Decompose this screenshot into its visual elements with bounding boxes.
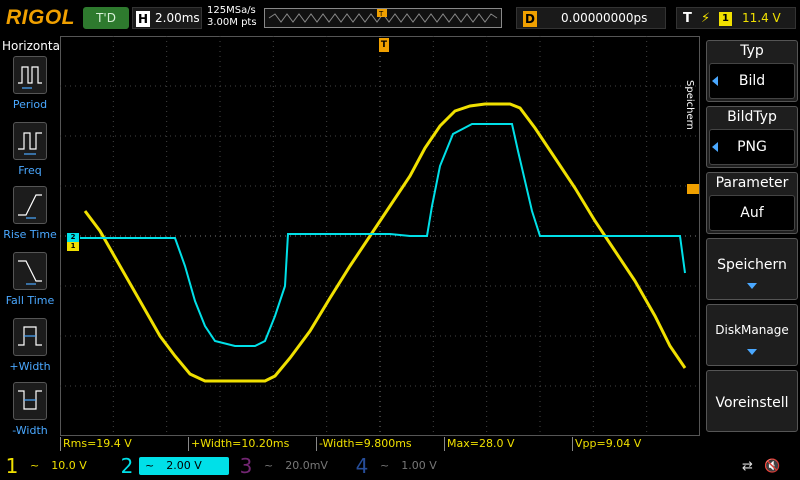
sidebar-item-negative-width[interactable]: -Width bbox=[0, 382, 60, 446]
waveform-display[interactable]: T 2 1 bbox=[60, 36, 700, 436]
ch1-offset-marker[interactable]: 1 bbox=[67, 242, 79, 251]
chevron-down-icon bbox=[747, 283, 757, 289]
acquisition-info: 125MSa/s 3.00M pts bbox=[207, 5, 257, 29]
coupling-icon: ~ bbox=[145, 459, 155, 472]
channel-4[interactable]: 4 ~1.00 V bbox=[352, 454, 464, 478]
channel-settings: ~1.00 V bbox=[374, 457, 452, 475]
chevron-left-icon bbox=[712, 76, 718, 86]
sidebar-item-label: Freq bbox=[18, 164, 42, 177]
channel-bar: 1 ~10.0 V 2 ~2.00 V 3 ~20.0mV 4 ~1.00 V … bbox=[0, 452, 800, 480]
channel-settings: ~2.00 V bbox=[139, 457, 229, 475]
measurement-rms[interactable]: Rms=19.4 V bbox=[60, 437, 132, 451]
graticule bbox=[60, 36, 700, 436]
channel-settings: ~20.0mV bbox=[258, 457, 336, 475]
delay-value: 0.00000000ps bbox=[561, 11, 648, 25]
menu-item-title: Parameter bbox=[715, 175, 789, 191]
sidebar-item-label: -Width bbox=[12, 424, 48, 437]
ch2-offset-marker[interactable]: 2 bbox=[67, 233, 79, 242]
menu-item-diskmanage[interactable]: DiskManage bbox=[706, 304, 798, 366]
menu-item-title: Typ bbox=[740, 43, 764, 59]
softkey-menu: Typ Bild BildTyp PNG Parameter Auf Speic… bbox=[700, 36, 800, 450]
menu-item-parameter[interactable]: Parameter Auf bbox=[706, 172, 798, 234]
sidebar-item-label: +Width bbox=[9, 360, 51, 373]
horizontal-timebase[interactable]: H 2.00ms bbox=[132, 7, 202, 29]
sidebar-item-period[interactable]: Period bbox=[0, 56, 60, 120]
menu-item-voreinstell[interactable]: Voreinstell bbox=[706, 370, 798, 432]
measurement-vpp[interactable]: Vpp=9.04 V bbox=[572, 437, 641, 451]
run-status-badge[interactable]: T'D bbox=[83, 7, 129, 29]
sidebar-item-label: Rise Time bbox=[3, 228, 57, 241]
trigger-marker-icon[interactable]: T bbox=[379, 38, 389, 52]
horizontal-label: H bbox=[136, 11, 150, 27]
menu-item-bildtyp[interactable]: BildTyp PNG bbox=[706, 106, 798, 168]
brand-logo: RIGOL bbox=[6, 6, 75, 29]
positive-width-icon bbox=[13, 318, 47, 356]
memory-wave-preview: T bbox=[268, 9, 498, 23]
chevron-left-icon bbox=[712, 142, 718, 152]
trigger-box[interactable]: T ⚡ 1 11.4 V bbox=[676, 7, 796, 29]
coupling-icon: ~ bbox=[264, 459, 274, 472]
channel-scale: 1.00 V bbox=[401, 459, 437, 472]
sidebar-item-positive-width[interactable]: +Width bbox=[0, 318, 60, 382]
menu-item-value: Bild bbox=[709, 63, 795, 99]
sidebar-item-freq[interactable]: Freq bbox=[0, 122, 60, 186]
top-status-bar: RIGOL T'D H 2.00ms 125MSa/s 3.00M pts T … bbox=[0, 0, 800, 36]
period-icon bbox=[13, 56, 47, 94]
sample-rate: 125MSa/s bbox=[207, 5, 256, 16]
delay-box[interactable]: D 0.00000000ps bbox=[516, 7, 666, 29]
timebase-value: 2.00ms bbox=[155, 11, 200, 25]
channel-number: 3 bbox=[239, 454, 253, 478]
channel-2[interactable]: 2 ~2.00 V bbox=[117, 454, 232, 478]
trigger-source: 1 bbox=[719, 12, 732, 26]
menu-title-vertical: Speichern bbox=[684, 80, 695, 130]
trigger-level-marker[interactable] bbox=[687, 184, 699, 194]
channel-scale: 2.00 V bbox=[166, 459, 202, 472]
menu-item-label: DiskManage bbox=[715, 323, 789, 337]
sidebar-item-label: Fall Time bbox=[5, 294, 55, 307]
rise-time-icon bbox=[13, 186, 47, 224]
fall-time-icon bbox=[13, 252, 47, 290]
sidebar-item-fall-time[interactable]: Fall Time bbox=[0, 252, 60, 316]
menu-item-typ[interactable]: Typ Bild bbox=[706, 40, 798, 102]
sidebar-item-label: Period bbox=[12, 98, 48, 111]
measurement-negative-width[interactable]: -Width=9.800ms bbox=[316, 437, 412, 451]
channel-number: 4 bbox=[355, 454, 369, 478]
coupling-icon: ~ bbox=[30, 459, 40, 472]
frequency-icon bbox=[13, 122, 47, 160]
channel-settings: ~10.0 V bbox=[24, 457, 102, 475]
delay-label: D bbox=[523, 11, 537, 27]
menu-item-value: Auf bbox=[709, 195, 795, 231]
menu-item-value: PNG bbox=[709, 129, 795, 165]
speaker-mute-icon[interactable]: 🔇 bbox=[764, 459, 780, 474]
sidebar-item-rise-time[interactable]: Rise Time bbox=[0, 186, 60, 250]
measurement-max[interactable]: Max=28.0 V bbox=[444, 437, 514, 451]
menu-item-label: Voreinstell bbox=[715, 395, 789, 411]
channel-3[interactable]: 3 ~20.0mV bbox=[236, 454, 348, 478]
measurement-bar: Rms=19.4 V +Width=10.20ms -Width=9.800ms… bbox=[60, 437, 700, 451]
trigger-label: T bbox=[683, 11, 692, 26]
channel-scale: 10.0 V bbox=[51, 459, 87, 472]
channel-number: 1 bbox=[5, 454, 19, 478]
chevron-down-icon bbox=[747, 349, 757, 355]
coupling-icon: ~ bbox=[380, 459, 390, 472]
trigger-position-label: T bbox=[378, 10, 384, 18]
memory-depth: 3.00M pts bbox=[207, 17, 257, 28]
rising-edge-icon: ⚡ bbox=[701, 11, 711, 26]
usb-icon: ⇄ bbox=[742, 459, 753, 474]
menu-item-title: BildTyp bbox=[727, 109, 777, 125]
trigger-level: 11.4 V bbox=[742, 11, 781, 25]
negative-width-icon bbox=[13, 382, 47, 420]
channel-1[interactable]: 1 ~10.0 V bbox=[2, 454, 107, 478]
measurement-positive-width[interactable]: +Width=10.20ms bbox=[188, 437, 289, 451]
sidebar-title: Horizontal bbox=[2, 39, 64, 53]
menu-item-speichern[interactable]: Speichern bbox=[706, 238, 798, 300]
menu-item-label: Speichern bbox=[717, 257, 787, 273]
channel-scale: 20.0mV bbox=[285, 459, 328, 472]
measure-sidebar: Horizontal Period Freq Rise Time Fall Ti… bbox=[0, 36, 64, 450]
channel-number: 2 bbox=[120, 454, 134, 478]
memory-position-bar[interactable]: T bbox=[264, 8, 502, 28]
